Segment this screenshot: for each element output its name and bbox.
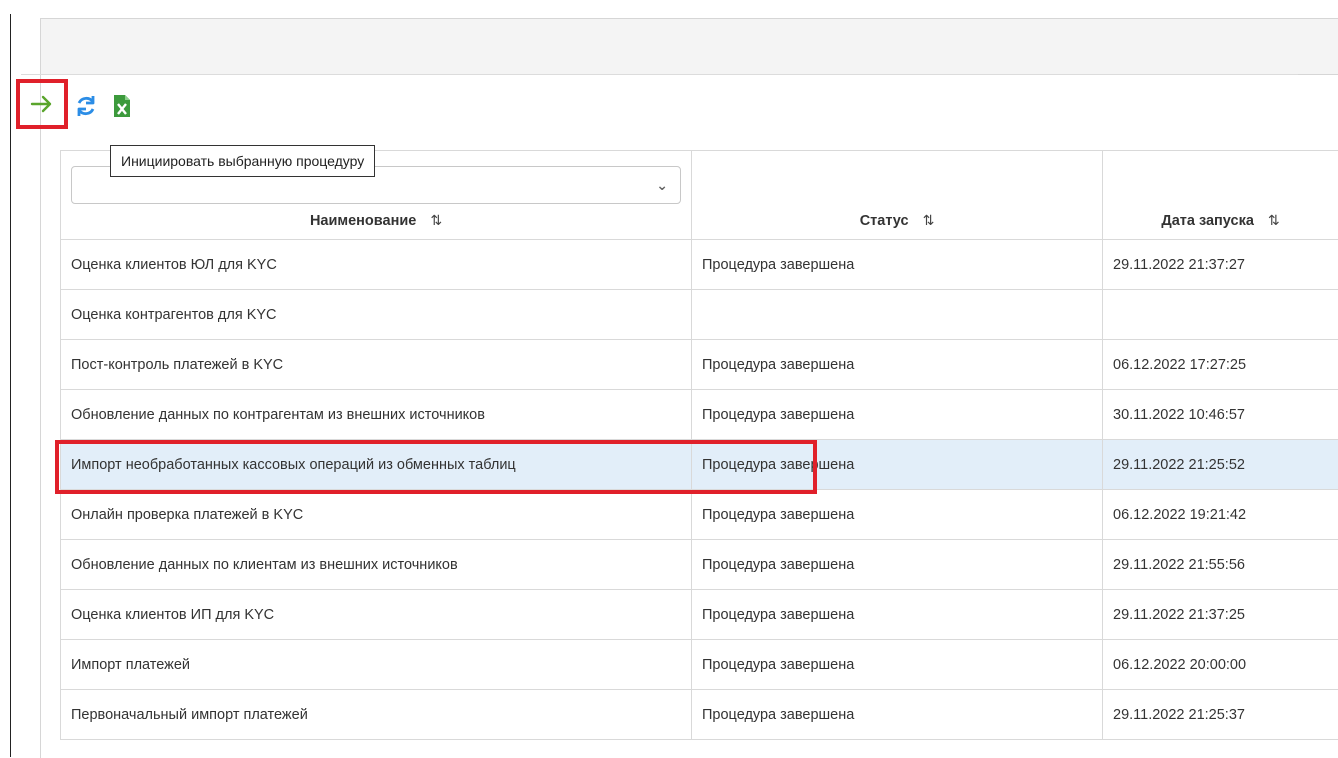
cell-date: 29.11.2022 21:25:52 — [1103, 440, 1338, 490]
cell-status: Процедура завершена — [692, 690, 1103, 740]
table-row[interactable]: Первоначальный импорт платежей Процедура… — [61, 690, 1338, 740]
cell-date: 29.11.2022 21:25:37 — [1103, 690, 1338, 740]
cell-date: 06.12.2022 17:27:25 — [1103, 340, 1338, 390]
cell-name: Импорт необработанных кассовых операций … — [61, 440, 692, 490]
cell-date: 29.11.2022 21:37:27 — [1103, 240, 1338, 290]
cell-status: Процедура завершена — [692, 440, 1103, 490]
chevron-down-icon: ⌄ — [656, 177, 668, 194]
cell-name: Оценка контрагентов для KYC — [61, 290, 692, 340]
sort-icon[interactable]: ⇅ — [430, 212, 442, 229]
sort-icon[interactable]: ⇅ — [1268, 212, 1280, 229]
cell-status: Процедура завершена — [692, 490, 1103, 540]
refresh-button[interactable] — [68, 88, 104, 124]
export-excel-button[interactable] — [104, 88, 140, 124]
tooltip-run-procedure: Инициировать выбранную процедуру — [110, 145, 375, 177]
table-row[interactable]: Обновление данных по контрагентам из вне… — [61, 390, 1338, 440]
table-row[interactable]: Импорт платежей Процедура завершена 06.1… — [61, 640, 1338, 690]
column-label-name: Наименование — [310, 213, 416, 229]
cell-name: Обновление данных по контрагентам из вне… — [61, 390, 692, 440]
cell-name: Импорт платежей — [61, 640, 692, 690]
cell-name: Оценка клиентов ЮЛ для KYC — [61, 240, 692, 290]
toolbar-divider — [21, 74, 1298, 75]
toolbar — [22, 86, 140, 126]
cell-status: Процедура завершена — [692, 240, 1103, 290]
column-header-date: Дата запуска ⇅ — [1103, 151, 1338, 240]
arrow-right-icon — [30, 94, 54, 114]
cell-status — [692, 290, 1103, 340]
panel-header — [41, 19, 1338, 75]
table-row[interactable]: Онлайн проверка платежей в KYC Процедура… — [61, 490, 1338, 540]
cell-date: 06.12.2022 19:21:42 — [1103, 490, 1338, 540]
cell-date: 06.12.2022 20:00:00 — [1103, 640, 1338, 690]
table-row[interactable]: Оценка клиентов ЮЛ для KYC Процедура зав… — [61, 240, 1338, 290]
procedures-table: ⌄ Наименование ⇅ Статус ⇅ Дата запуска ⇅ — [60, 150, 1338, 740]
cell-date — [1103, 290, 1338, 340]
run-procedure-button[interactable] — [16, 79, 68, 129]
refresh-icon — [74, 94, 98, 118]
cell-name: Оценка клиентов ИП для KYC — [61, 590, 692, 640]
cell-name: Обновление данных по клиентам из внешних… — [61, 540, 692, 590]
table-row-selected[interactable]: Импорт необработанных кассовых операций … — [61, 440, 1338, 490]
cell-status: Процедура завершена — [692, 390, 1103, 440]
cell-date: 30.11.2022 10:46:57 — [1103, 390, 1338, 440]
cell-date: 29.11.2022 21:37:25 — [1103, 590, 1338, 640]
cell-name: Онлайн проверка платежей в KYC — [61, 490, 692, 540]
excel-export-icon — [112, 94, 132, 118]
cell-status: Процедура завершена — [692, 590, 1103, 640]
column-label-status: Статус — [860, 213, 909, 229]
cell-name: Пост-контроль платежей в KYC — [61, 340, 692, 390]
cell-status: Процедура завершена — [692, 540, 1103, 590]
column-header-status: Статус ⇅ — [692, 151, 1103, 240]
cell-date: 29.11.2022 21:55:56 — [1103, 540, 1338, 590]
page-left-border — [10, 14, 11, 757]
table-row[interactable]: Оценка клиентов ИП для KYC Процедура зав… — [61, 590, 1338, 640]
table-row[interactable]: Оценка контрагентов для KYC — [61, 290, 1338, 340]
table-row[interactable]: Обновление данных по клиентам из внешних… — [61, 540, 1338, 590]
cell-status: Процедура завершена — [692, 340, 1103, 390]
cell-name: Первоначальный импорт платежей — [61, 690, 692, 740]
table-row[interactable]: Пост-контроль платежей в KYC Процедура з… — [61, 340, 1338, 390]
sort-icon[interactable]: ⇅ — [923, 212, 935, 229]
cell-status: Процедура завершена — [692, 640, 1103, 690]
column-label-date: Дата запуска — [1161, 213, 1254, 229]
